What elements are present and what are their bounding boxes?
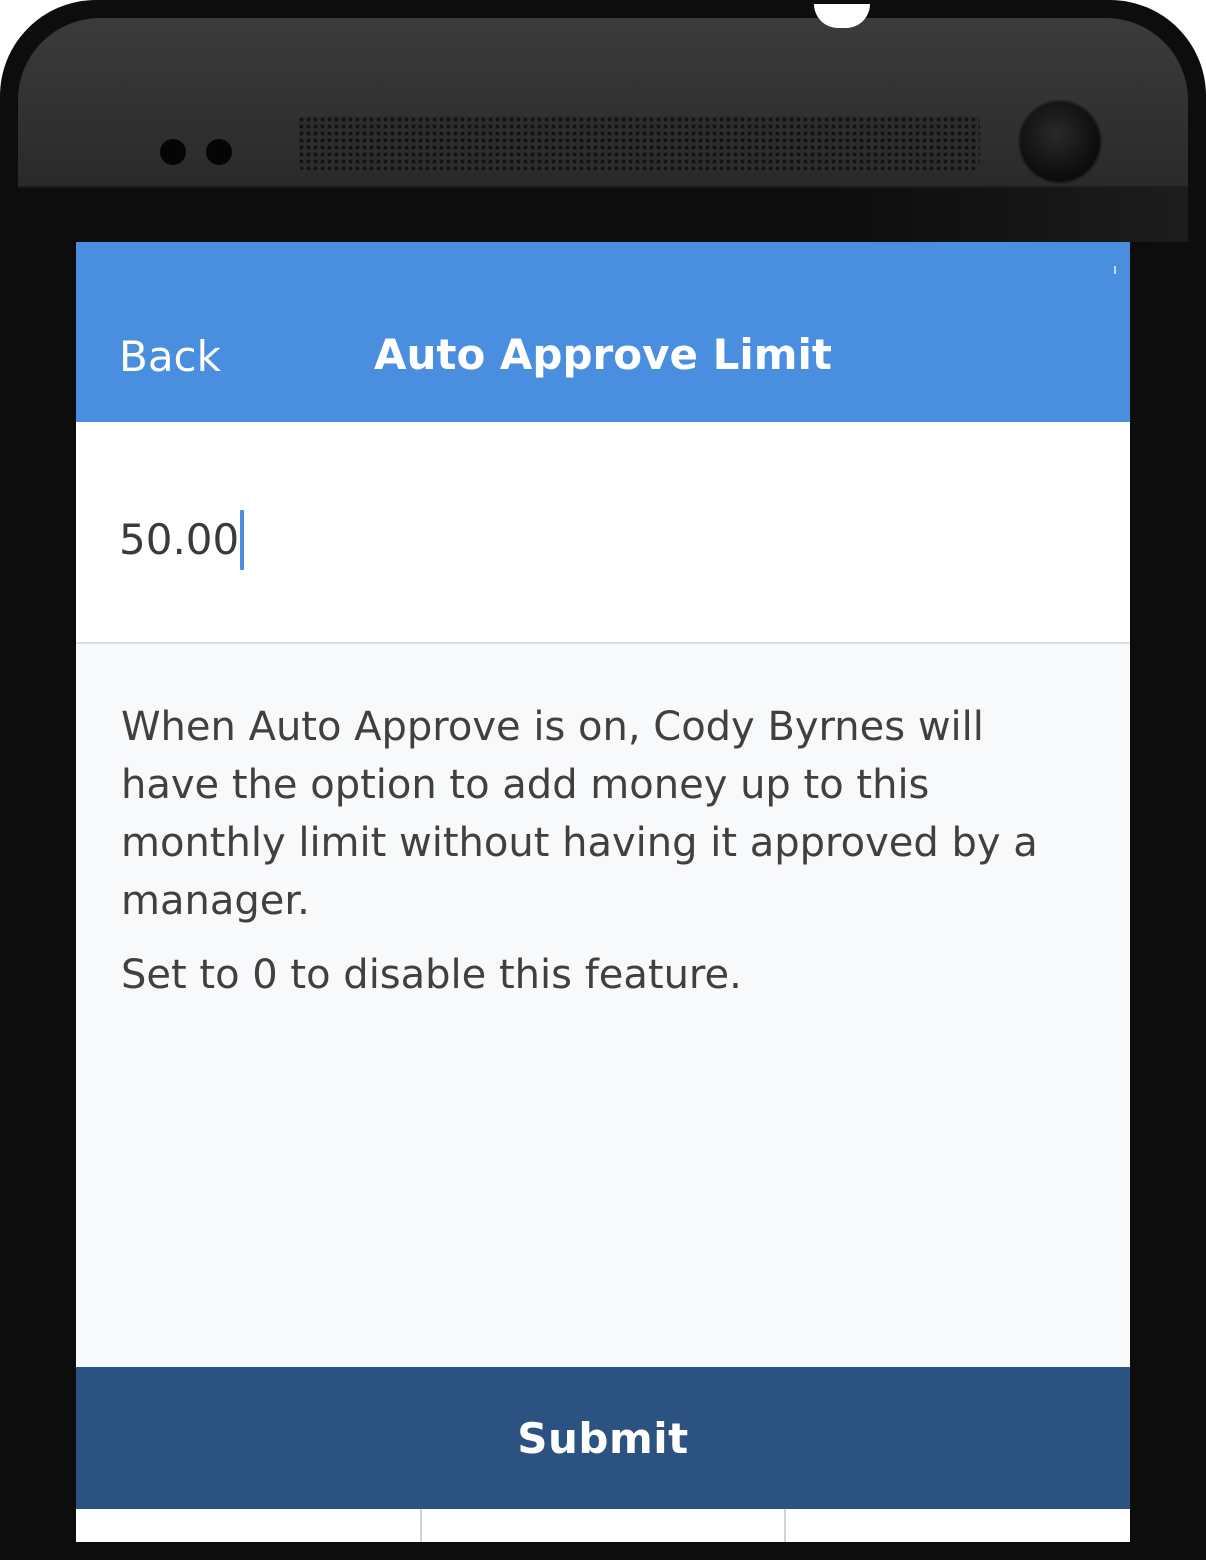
phone-frame: Back Auto Approve Limit 50.00 When Auto … — [0, 0, 1206, 1560]
key-divider — [420, 1509, 422, 1542]
key-divider — [784, 1509, 786, 1542]
limit-input-section[interactable]: 50.00 — [76, 422, 1130, 644]
light-sensor-icon — [206, 139, 232, 165]
front-camera-icon — [1020, 102, 1100, 182]
app-screen: Back Auto Approve Limit 50.00 When Auto … — [76, 242, 1130, 1542]
nav-header: Back Auto Approve Limit — [76, 242, 1130, 422]
keyboard-top-strip — [76, 1509, 1130, 1542]
help-text: When Auto Approve is on, Cody Byrnes wil… — [121, 698, 1081, 1020]
help-text-paragraph: Set to 0 to disable this feature. — [121, 952, 742, 998]
proximity-sensor-icon — [160, 139, 186, 165]
submit-button[interactable]: Submit — [76, 1367, 1130, 1509]
submit-button-label: Submit — [517, 1413, 689, 1463]
limit-amount-value: 50.00 — [119, 515, 240, 564]
limit-amount-field[interactable]: 50.00 — [119, 510, 245, 570]
earpiece-speaker — [298, 116, 980, 170]
help-text-paragraph: When Auto Approve is on, Cody Byrnes wil… — [121, 704, 1038, 924]
page-title: Auto Approve Limit — [373, 330, 833, 379]
bezel-notch — [814, 4, 870, 28]
phone-top-bezel — [18, 4, 1188, 188]
status-indicator — [1114, 266, 1116, 274]
screen-glare — [830, 186, 1188, 242]
text-cursor — [240, 510, 245, 570]
